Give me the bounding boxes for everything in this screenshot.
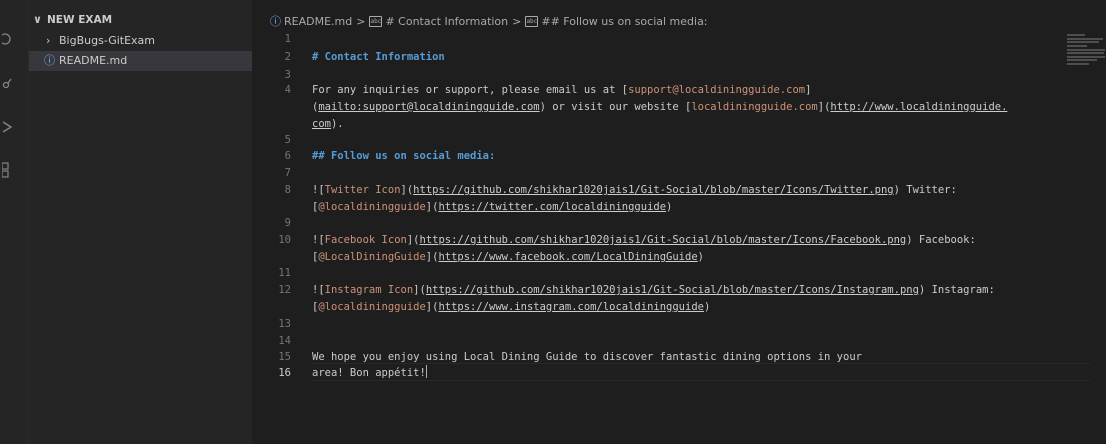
breadcrumb-separator: >: [356, 14, 366, 28]
code-text: ](: [413, 284, 426, 296]
link-text: @localdiningguide: [318, 301, 426, 313]
link-url[interactable]: com: [312, 118, 331, 130]
code-line-heading-2[interactable]: ## Follow us on social media:: [312, 147, 495, 165]
link-url[interactable]: https://www.instagram.com/localdininggui…: [438, 301, 704, 313]
breadcrumb-heading-2[interactable]: ## Follow us on social media:: [541, 15, 707, 28]
symbol-icon: abc: [369, 15, 383, 27]
code-text: ): [697, 251, 704, 263]
link-url[interactable]: http://www.localdiningguide.: [830, 101, 1007, 113]
code-text: ](: [400, 184, 414, 196]
code-line-wrap[interactable]: [@localdiningguide](https://twitter.com/…: [312, 198, 672, 216]
line-number: 10: [278, 234, 291, 246]
chevron-right-icon: ›: [46, 34, 51, 47]
code-text: ).: [330, 118, 344, 130]
link-text: @LocalDiningGuide: [318, 251, 426, 263]
extensions-icon[interactable]: [0, 158, 28, 182]
code-line[interactable]: ![Facebook Icon](https://github.com/shik…: [312, 231, 976, 249]
breadcrumb-separator: >: [512, 14, 522, 28]
code-text: ](: [425, 201, 439, 213]
code-text: ]: [805, 84, 812, 96]
code-text: ![: [312, 184, 325, 196]
line-number: 8: [284, 184, 291, 196]
code-line-active[interactable]: area! Bon appétit!: [312, 364, 427, 382]
section-title: NEW EXAM: [47, 14, 113, 26]
symbol-icon: abc: [525, 15, 539, 27]
code-text: ](: [425, 251, 439, 263]
code-line[interactable]: ![Instagram Icon](https://github.com/shi…: [312, 281, 995, 299]
code-text: ](: [425, 301, 439, 313]
line-number-active: 16: [278, 367, 291, 379]
file-label: README.md: [59, 54, 128, 67]
link-text: @localdiningguide: [318, 201, 426, 213]
line-number: 13: [278, 318, 291, 330]
link-url[interactable]: https://github.com/shikhar1020jais1/Git-…: [426, 284, 919, 296]
link-text: localdiningguide.com: [691, 101, 818, 113]
code-text: ): [703, 301, 711, 313]
line-number: 6: [284, 150, 291, 162]
editor-area[interactable]: ⓘ README.md > abc # Contact Information …: [253, 0, 1106, 444]
minimap[interactable]: [1067, 32, 1106, 72]
activity-bar: [0, 0, 29, 444]
breadcrumb: ⓘ README.md > abc # Contact Information …: [270, 11, 708, 31]
explorer-section-header[interactable]: ∨ NEW EXAM: [29, 10, 252, 30]
line-number: 11: [278, 267, 291, 279]
line-number: 2: [284, 51, 291, 63]
code-text: ![: [312, 284, 325, 296]
link-url[interactable]: https://www.facebook.com/LocalDiningGuid…: [438, 251, 697, 263]
link-url[interactable]: mailto:support@localdiningguide.com: [318, 101, 539, 113]
code-text: ) Facebook:: [906, 234, 976, 246]
code-text: ](: [406, 234, 420, 246]
tree-item-file[interactable]: ⓘ README.md: [29, 51, 252, 71]
line-number: 7: [284, 167, 291, 179]
chevron-down-icon: ∨: [33, 13, 42, 26]
code-line-wrap[interactable]: com).: [312, 115, 344, 133]
code-text: area! Bon appétit!: [312, 367, 426, 379]
code-text: ): [666, 201, 673, 213]
link-url[interactable]: https://github.com/shikhar1020jais1/Git-…: [420, 234, 907, 246]
breadcrumb-file[interactable]: README.md: [284, 15, 352, 28]
code-text: ) Twitter:: [893, 184, 957, 196]
info-icon: ⓘ: [44, 54, 55, 67]
code-line-wrap[interactable]: (mailto:support@localdiningguide.com) or…: [312, 98, 1007, 116]
code-text: ](: [817, 101, 831, 113]
link-text: support@localdiningguide.com: [628, 84, 806, 96]
info-icon: ⓘ: [270, 15, 281, 28]
code-line-wrap[interactable]: [@localdiningguide](https://www.instagra…: [312, 298, 710, 316]
line-number: 4: [284, 84, 291, 96]
breadcrumb-heading-1[interactable]: # Contact Information: [385, 15, 508, 28]
text-cursor: [425, 365, 427, 378]
code-text: ) or visit our website [: [539, 101, 692, 113]
code-text: For any inquiries or support, please ema…: [312, 84, 629, 96]
link-url[interactable]: https://github.com/shikhar1020jais1/Git-…: [413, 184, 893, 196]
tree-item-folder[interactable]: › BigBugs-GitExam: [29, 31, 252, 51]
source-control-icon[interactable]: [0, 72, 28, 96]
run-debug-icon[interactable]: [0, 116, 28, 140]
line-number: 1: [284, 33, 291, 45]
link-text: Facebook Icon: [324, 234, 407, 246]
folder-label: BigBugs-GitExam: [59, 34, 155, 47]
code-line[interactable]: ![Twitter Icon](https://github.com/shikh…: [312, 181, 957, 199]
link-text: Twitter Icon: [324, 184, 401, 196]
explorer-sidebar: ∨ NEW EXAM › BigBugs-GitExam ⓘ README.md: [29, 0, 252, 444]
link-text: Instagram Icon: [324, 284, 414, 296]
code-line-heading-1[interactable]: # Contact Information: [312, 48, 445, 66]
code-line-wrap[interactable]: [@LocalDiningGuide](https://www.facebook…: [312, 248, 704, 266]
line-number: 9: [284, 217, 291, 229]
code-text: ) Instagram:: [918, 284, 995, 296]
search-icon[interactable]: [0, 28, 28, 52]
code-text: ![: [312, 234, 325, 246]
line-number: 12: [278, 284, 291, 296]
link-url[interactable]: https://twitter.com/localdiningguide: [438, 201, 666, 213]
code-line[interactable]: For any inquiries or support, please ema…: [312, 81, 811, 99]
